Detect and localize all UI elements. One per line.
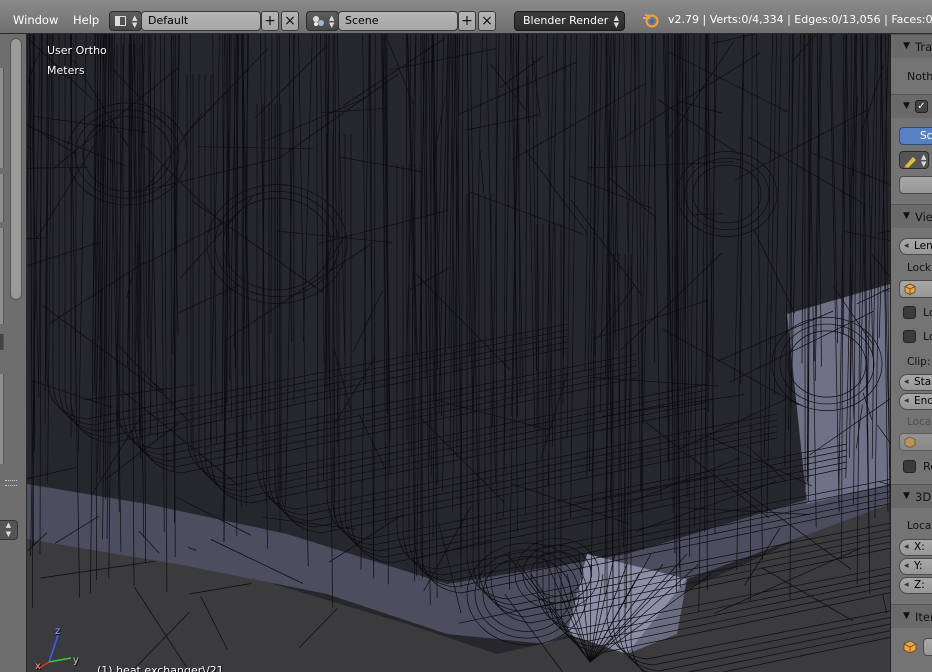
cursor-x-field[interactable]: X: (899, 539, 932, 556)
tool-tab[interactable] (0, 374, 4, 464)
view-panel-header[interactable]: ▼ Vie (891, 204, 932, 228)
scene-source-tab[interactable]: Sc (899, 127, 932, 145)
expand-triangle-icon: ▼ (903, 491, 910, 501)
render-border-checkbox[interactable] (903, 460, 916, 473)
3d-cursor-panel-header[interactable]: ▼ 3D (891, 484, 932, 508)
view-name-label: User Ortho (47, 44, 107, 57)
lock-option-label: Lo (923, 306, 932, 319)
render-engine-select[interactable]: Blender Render ▲ ▼ (514, 11, 625, 31)
cube-icon (904, 283, 916, 295)
add-layout-button[interactable]: + (261, 11, 279, 31)
clip-start-field[interactable]: Star (899, 374, 932, 391)
screen-layout-selector[interactable]: ▲ ▼ (109, 11, 142, 31)
checkbox-checked-icon[interactable]: ✓ (915, 100, 928, 113)
cube-icon (903, 640, 917, 654)
cursor-y-field[interactable]: Y: (899, 558, 932, 575)
local-camera-field[interactable] (899, 433, 932, 451)
tool-shelf-toggle-button[interactable]: ▲ ▼ (0, 520, 18, 540)
info-header: Window Help ▲ ▼ Default + × ▲ ▼ Scene + × … (0, 0, 932, 34)
tool-shelf-scrollbar[interactable] (10, 38, 22, 300)
expand-triangle-icon: ▼ (903, 611, 910, 621)
blender-logo-icon (642, 12, 660, 28)
lock-option-label: Lo (923, 330, 932, 343)
clip-label: Clip: (907, 356, 931, 368)
scene-selector[interactable]: ▲ ▼ (306, 11, 339, 31)
3d-cursor-panel-title: 3D (915, 490, 932, 504)
lock-cursor-checkbox[interactable] (903, 330, 916, 343)
menu-window[interactable]: Window (13, 13, 58, 27)
pencil-icon-button[interactable]: ▲ ▼ (899, 151, 929, 169)
tool-tab[interactable] (0, 334, 4, 350)
remove-layout-button[interactable]: × (281, 11, 299, 31)
up-down-arrows-icon: ▲ ▼ (329, 14, 335, 29)
clip-end-field[interactable]: End (899, 393, 932, 410)
cursor-z-field[interactable]: Z: (899, 577, 932, 594)
item-panel-title: Iter (915, 610, 932, 624)
object-name-field[interactable] (923, 638, 932, 656)
layout-icon (115, 16, 126, 26)
local-camera-label: Local (907, 416, 932, 428)
view-panel-title: Vie (915, 210, 932, 224)
active-object-label: (1) heat exchanger\/21 (97, 664, 224, 672)
axis-y-label: y (73, 655, 79, 666)
screen-layout-field[interactable]: Default (141, 11, 261, 31)
units-label: Meters (47, 64, 85, 77)
scene-field[interactable]: Scene (338, 11, 458, 31)
location-label: Locat (907, 520, 932, 532)
expand-triangle-icon: ▼ (903, 41, 910, 51)
axis-gizmo (38, 631, 72, 669)
render-option-label: Re (923, 460, 932, 473)
lock-label: Lock (907, 262, 931, 274)
axis-z-label: z (55, 626, 61, 637)
up-down-arrows-icon: ▲ ▼ (132, 14, 138, 29)
transform-panel-header[interactable]: ▼ Tra (891, 34, 932, 58)
menu-help[interactable]: Help (73, 13, 99, 27)
lock-camera-checkbox[interactable] (903, 306, 916, 319)
properties-panel: ▼ Tra Nothi ▼ ✓ Sc ▲▼ ▼ Vie Len Lock Lo … (890, 34, 932, 672)
resize-grip-icon[interactable] (5, 480, 17, 486)
up-down-arrows-icon: ▲ ▼ (921, 153, 927, 168)
3d-viewport[interactable]: User Ortho Meters z y x (1) heat exchang… (27, 34, 890, 672)
item-panel-header[interactable]: ▼ Iter (891, 604, 932, 628)
scene-icon (312, 15, 325, 27)
expand-triangle-icon: ▼ (903, 211, 910, 221)
tool-tab[interactable] (0, 174, 4, 222)
grease-pencil-panel-header[interactable]: ▼ ✓ (891, 94, 932, 118)
nothing-selected-text: Nothi (907, 70, 932, 83)
add-scene-button[interactable]: + (458, 11, 476, 31)
tool-tab[interactable] (0, 68, 4, 168)
cube-icon (904, 436, 916, 448)
lock-object-field[interactable] (899, 280, 932, 298)
lens-field[interactable]: Len (899, 238, 932, 255)
remove-scene-button[interactable]: × (478, 11, 496, 31)
tool-shelf-strip: ▲ ▼ (0, 34, 27, 672)
wireframe-mesh (27, 34, 890, 672)
tool-tab[interactable] (0, 228, 4, 324)
axis-x-label: x (35, 661, 41, 672)
render-engine-label: Blender Render (523, 14, 609, 27)
scene-statistics: v2.79 | Verts:0/4,334 | Edges:0/13,056 |… (668, 13, 932, 26)
pencil-icon (904, 157, 916, 168)
up-down-arrows-icon: ▲ ▼ (613, 14, 619, 29)
transform-panel-title: Tra (915, 40, 932, 54)
new-layer-button[interactable] (899, 176, 932, 194)
expand-triangle-icon: ▼ (903, 101, 910, 111)
